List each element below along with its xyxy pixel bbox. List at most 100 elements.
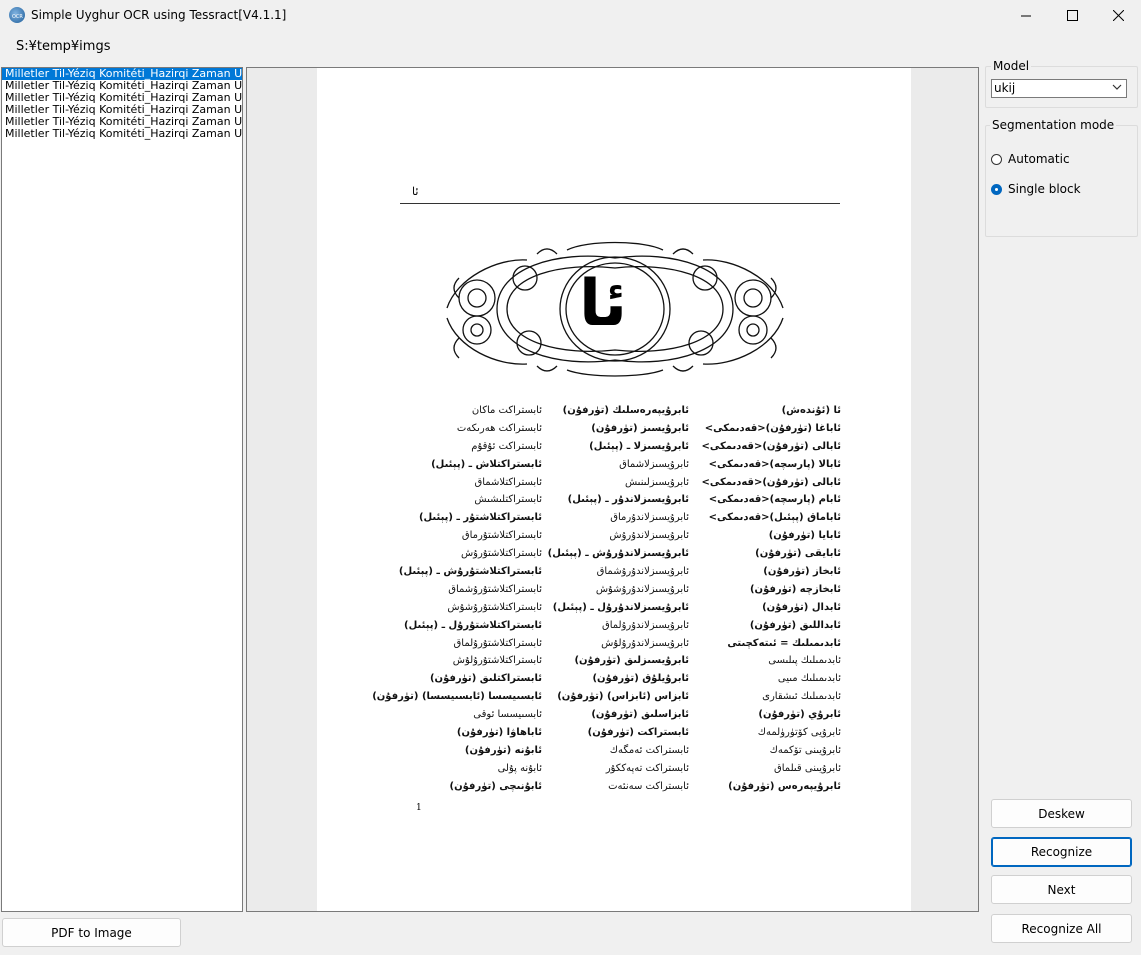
dictionary-entry: ئابۇنە پۇلى: [497, 762, 542, 774]
dictionary-entry: ئابخاز (تۈرفۇن): [763, 566, 841, 578]
close-button[interactable]: [1095, 0, 1141, 31]
dictionary-entry: ئابرۇيسىزلاندۇرۇشماق: [596, 566, 689, 578]
folder-path-label: S:¥temp¥imgs: [16, 39, 111, 54]
radio-automatic[interactable]: Automatic: [991, 150, 1131, 168]
recognize-all-button[interactable]: Recognize All: [991, 914, 1132, 943]
dictionary-entry: ئابستراكتلاشتۇرۇلماق: [453, 637, 542, 649]
dictionary-entry: ئابۇنە (تۈرفۇن): [464, 744, 542, 756]
dictionary-entry: ئابستراكتلاشتۇرماق: [461, 530, 542, 542]
dictionary-entry: ئابسىيسسا ئوقى: [473, 709, 542, 721]
dictionary-entry: ئابرۇيپەرەس (تۈرفۇن): [728, 780, 841, 792]
dictionary-entry: ئابستراكتلاشماق: [474, 476, 542, 488]
radio-automatic-label: Automatic: [1008, 152, 1070, 166]
app-icon: OCR: [9, 7, 25, 23]
file-list-item[interactable]: Milletler Til-Yéziq Komitéti_Hazirqi Zam…: [2, 92, 242, 104]
dictionary-entry: ئابايقى (تۈرفۇن): [755, 548, 841, 560]
dictionary-entry: ئابستراكتلاشتۇرۇل ـ (پېئىل): [404, 619, 542, 631]
dictionary-entry: ئابستراكتلاشتۇرۇشماق: [448, 583, 542, 595]
deskew-button[interactable]: Deskew: [991, 799, 1132, 828]
header-rule: [400, 203, 840, 204]
file-list-item[interactable]: Milletler Til-Yéziq Komitéti_Hazirqi Zam…: [2, 68, 242, 80]
radio-single-block-circle: [991, 183, 1002, 195]
dictionary-column-right: ئا (ئۇندەش) ئاباغا (تۈرفۇن)<قەدىمكى> ئابال…: [671, 402, 841, 796]
dictionary-entry: ئابدىمىلىك پىلىسى: [768, 655, 841, 667]
dictionary-entry: ئابدىمىلىك مىيى: [777, 673, 841, 685]
minimize-icon: [1021, 15, 1031, 16]
model-select-value: ukij: [994, 81, 1016, 95]
radio-single-block-label: Single block: [1008, 182, 1081, 196]
dictionary-column-left: ئابستراكت ماكان ئابستراكت ھەرىكەت ئابستراك…: [372, 402, 542, 796]
dictionary-entry: ئابرۇيى كۆتۈرۈلمەك: [757, 727, 841, 739]
dictionary-entry: ئابرۇيسىزلاندۇرۇل ـ (پېئىل): [552, 601, 689, 613]
section-big-letter: ئا: [578, 267, 628, 341]
dictionary-entry: ئابالا (پارسچە)<قەدىمكى>: [708, 458, 841, 470]
file-list-item[interactable]: Milletler Til-Yéziq Komitéti_Hazirqi Zam…: [2, 80, 242, 92]
title-bar: OCR Simple Uyghur OCR using Tessract[V4.…: [0, 0, 1141, 31]
dictionary-entry: ئابستراكت ئۇقۇم: [471, 440, 542, 452]
dictionary-entry: ئابستراكت ئەمگەك: [609, 744, 689, 756]
dictionary-entry: ئابرۇيسىزلاندۇرۇلماق: [601, 619, 689, 631]
dictionary-entry: ئابرۇيسىزلىنىش: [624, 476, 689, 488]
dictionary-entry: ئابزاس (ئابزاس) (تۈرفۇن): [557, 691, 689, 703]
page-header-letter: ئا: [412, 185, 419, 198]
maximize-button[interactable]: [1049, 0, 1095, 31]
model-select[interactable]: ukij: [991, 79, 1127, 98]
dictionary-entry: ئابخازچە (تۈرفۇن): [749, 583, 841, 595]
file-list[interactable]: Milletler Til-Yéziq Komitéti_Hazirqi Zam…: [1, 67, 243, 912]
dictionary-entry: ئابرۇيلۇق (تۈرفۇن): [592, 673, 689, 685]
dictionary-entry: ئابداللىق (تۈرفۇن): [749, 619, 841, 631]
dictionary-entry: ئابستراكتلاشتۇرۇلۇش: [452, 655, 542, 667]
dictionary-entry: ئابستراكتلىشىش: [474, 494, 542, 506]
minimize-button[interactable]: [1003, 0, 1049, 31]
dictionary-entry: ئابستراكت سەنئەت: [608, 780, 689, 792]
dictionary-entry: ئابزاسلىق (تۈرفۇن): [591, 709, 689, 721]
window-title: Simple Uyghur OCR using Tessract[V4.1.1]: [31, 8, 287, 22]
dictionary-entry: ئابرۇيسىزلاندۇرۇشۇش: [595, 583, 689, 595]
radio-automatic-circle: [991, 153, 1002, 165]
dictionary-entry: ئاباھاۋا (تۈرفۇن): [456, 727, 542, 739]
dictionary-entry: ئابرۇيىنى تۆكمەك: [769, 744, 841, 756]
dictionary-entry: ئابرۇيسىزلاندۇرۇش ـ (پېئىل): [547, 548, 689, 560]
dictionary-entry: ئابرۇيىنى قىلماق: [774, 762, 841, 774]
image-viewer[interactable]: ئا ئا ئا (ئۇندەش) ئاباغا (تۈرفۇن)<قەدىمك…: [246, 67, 979, 912]
segmentation-group-label: Segmentation mode: [990, 118, 1117, 132]
recognize-button[interactable]: Recognize: [991, 837, 1132, 867]
dictionary-entry: ئابايا (تۈرفۇن): [768, 530, 841, 542]
radio-single-block[interactable]: Single block: [991, 180, 1131, 198]
dictionary-entry: ئابدىمىلىك = ئىتەكچىتى: [727, 637, 841, 649]
maximize-icon: [1066, 10, 1078, 21]
dictionary-entry: ئابستراكتلاشتۇرۇش: [460, 548, 542, 560]
dictionary-entry: ئابرۇيسىزلاندۇرۇش: [609, 530, 689, 542]
file-list-item[interactable]: Milletler Til-Yéziq Komitéti_Hazirqi Zam…: [2, 104, 242, 116]
dictionary-entry: ئابسىيسسا (ئابسىيسسا) (تۈرفۇن): [372, 691, 542, 703]
dictionary-entry: ئابستراكتلاشتۇرۇشۇش: [447, 601, 542, 613]
dictionary-entry: ئابستراكتلىق (تۈرفۇن): [429, 673, 542, 685]
svg-text:OCR: OCR: [12, 14, 23, 20]
dictionary-entry: ئابرۇيسىزلىق (تۈرفۇن): [574, 655, 689, 667]
dictionary-entry: ئابرۇيپەرەسلىك (تۈرفۇن): [562, 405, 689, 416]
dictionary-entry: ئاباماق (پېئىل)<قەدىمكى>: [708, 512, 841, 524]
file-list-item[interactable]: Milletler Til-Yéziq Komitéti_Hazirqi Zam…: [2, 128, 242, 140]
dictionary-entry: ئابالى (تۈرفۇن)<قەدىمكى>: [701, 476, 841, 488]
dictionary-entry: ئا (ئۇندەش): [781, 405, 841, 416]
dictionary-entry: ئابستراكتلاشتۇر ـ (پېئىل): [418, 512, 542, 524]
dictionary-entry: ئاباغا (تۈرفۇن)<قەدىمكى>: [704, 422, 841, 434]
page-number: 1: [416, 803, 422, 813]
dictionary-entry: ئابرۇيسىز (تۈرفۇن): [591, 422, 689, 434]
dictionary-entry: ئابستراكتلاشتۇرۇش ـ (پېئىل): [398, 566, 542, 578]
dictionary-entry: ئابرۇيسىزلاندۇر ـ (پېئىل): [567, 494, 689, 506]
dictionary-entry: ئابدال (تۈرفۇن): [762, 601, 841, 613]
dictionary-entry: ئابستراكت تەپەككۇر: [605, 762, 689, 774]
pdf-to-image-button[interactable]: PDF to Image: [2, 918, 181, 947]
dictionary-entry: ئابرۇيسىزلاندۇرماق: [610, 512, 689, 524]
dictionary-entry: ئابام (پارسچە)<قەدىمكى>: [708, 494, 841, 506]
close-icon: [1112, 10, 1124, 21]
dictionary-column-middle: ئابرۇيپەرەسلىك (تۈرفۇن) ئابرۇيسىز (تۈرفۇن…: [519, 402, 689, 796]
dictionary-entry: ئابستراكت ھەرىكەت: [456, 422, 542, 434]
document-page: ئا ئا ئا (ئۇندەش) ئاباغا (تۈرفۇن)<قەدىمك…: [317, 68, 911, 911]
dictionary-entry: ئابدىمىلىك ئىشقارى: [762, 691, 841, 703]
file-list-item[interactable]: Milletler Til-Yéziq Komitéti_Hazirqi Zam…: [2, 116, 242, 128]
chevron-down-icon: [1112, 84, 1122, 90]
dictionary-entry: ئابستراكتلاش ـ (پېئىل): [431, 458, 542, 470]
next-button[interactable]: Next: [991, 875, 1132, 904]
